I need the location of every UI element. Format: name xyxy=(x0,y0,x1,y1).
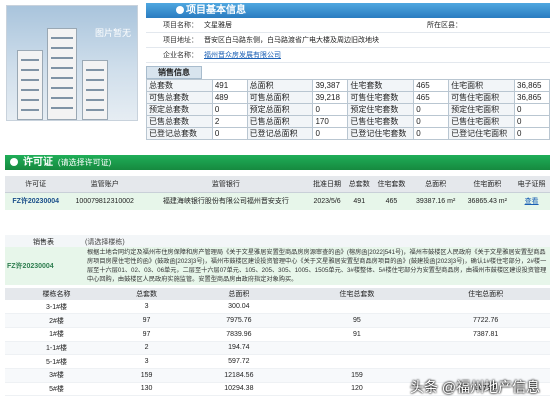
sales-row: 可售总套数 489 可售总面积 39,218 可售住宅套数 465 可售住宅面积 36,… xyxy=(146,91,550,104)
project-info-row: 项目名称： 文星雅居 所在区县： xyxy=(146,18,550,33)
watermark: 头条 @福州地产信息 xyxy=(410,379,541,395)
permit-table: 许可证 监管账户 监管银行 批准日期 总套数 住宅套数 总面积 住宅面积 电子证… xyxy=(5,176,550,210)
sales-row: 总套数 491 总面积 39,387 住宅套数 465 住宅面积 36,865 xyxy=(146,79,550,92)
company-link[interactable]: 福州晋众房发展有限公司 xyxy=(204,50,281,60)
sales-row: 已登记总套数 0 已登记总面积 0 已登记住宅套数 0 已登记住宅面积 0 xyxy=(146,127,550,140)
sales-table-header: 销售表 (请选择楼栋) xyxy=(5,235,550,247)
sales-scope-text: 根据土地合同约定及福州市住房保障和房产管理局《关于文星雅居安置型商品房房源审查的… xyxy=(85,247,550,285)
sales-row: 已售总套数 2 已售总面积 170 已售住宅套数 0 已售住宅面积 0 xyxy=(146,115,550,128)
building-row[interactable]: 1-1#楼 2 194.74 xyxy=(5,341,550,356)
sales-info-table: 总套数 491 总面积 39,387 住宅套数 465 住宅面积 36,865 可售总套… xyxy=(146,79,550,140)
sales-info-tab[interactable]: 销售信息 xyxy=(146,66,202,79)
permit-row[interactable]: FZ许20230004 100079812310002 福建海峡银行股份有限公司… xyxy=(5,192,550,210)
permit-header: 许可证 (请选择许可证) xyxy=(5,155,550,170)
permit-code[interactable]: FZ许20230004 xyxy=(5,192,67,210)
building-row[interactable]: 3-1#楼 3 300.04 xyxy=(5,300,550,315)
building-row[interactable]: 2#楼 97 7975.76 95 7722.76 xyxy=(5,313,550,328)
project-info-row: 项目地址： 晋安区白马路东侧，白马路渡省广电大楼及周边旧改地块 xyxy=(146,33,550,48)
building-graphic xyxy=(47,28,77,120)
project-info: 项目名称： 文星雅居 所在区县： 项目地址： 晋安区白马路东侧，白马路渡省广电大… xyxy=(146,18,550,63)
scope-permit-code[interactable]: FZ许20230004 xyxy=(5,247,85,285)
info-icon xyxy=(10,158,18,166)
building-graphic xyxy=(17,50,43,120)
view-license-link[interactable]: 查看 xyxy=(525,198,539,205)
photo-placeholder-label: 图片暂无 xyxy=(94,28,131,38)
project-info-row: 企业名称： 福州晋众房发展有限公司 xyxy=(146,48,550,63)
project-info-header: 项目基本信息 xyxy=(146,3,550,18)
building-row[interactable]: 1#楼 97 7839.96 91 7387.81 xyxy=(5,327,550,342)
building-row[interactable]: 5-1#楼 3 597.72 xyxy=(5,354,550,369)
project-photo: 图片暂无 xyxy=(6,5,138,121)
building-graphic xyxy=(82,60,108,120)
info-icon xyxy=(176,6,184,14)
sales-row: 预定总套数 0 预定总面积 0 预定住宅套数 0 预定住宅面积 0 xyxy=(146,103,550,116)
